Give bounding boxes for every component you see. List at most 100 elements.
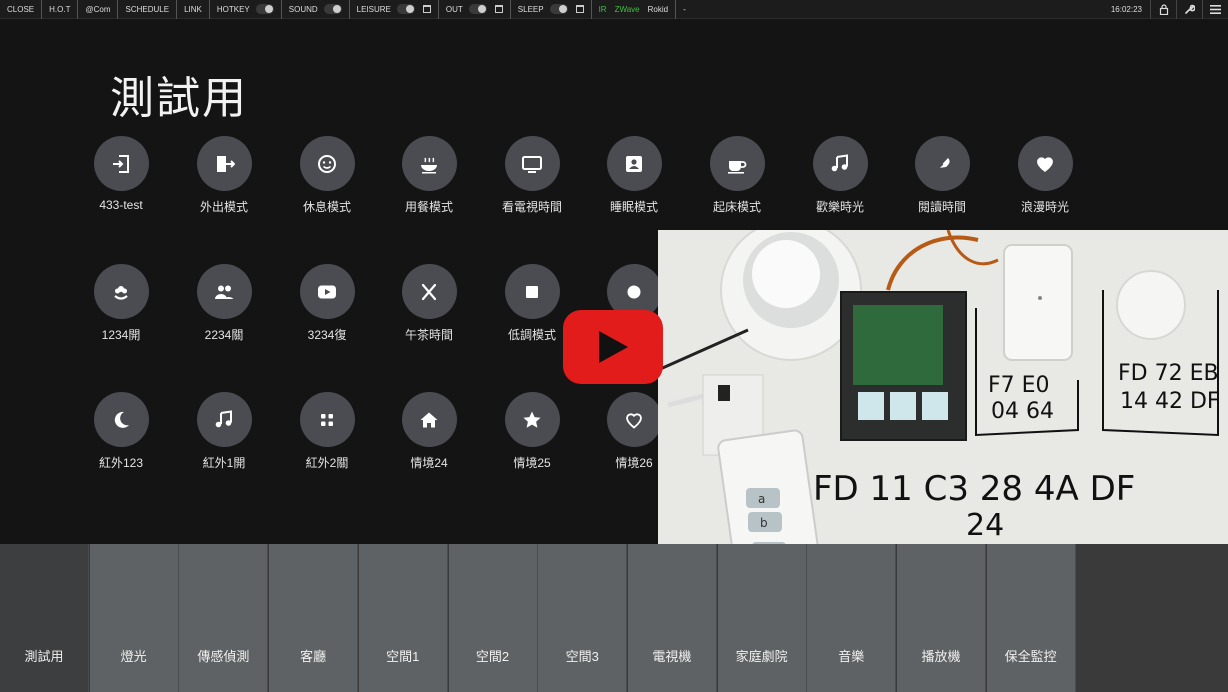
scene-button[interactable]: 浪漫時光	[995, 136, 1095, 215]
top-bar: CLOSE H.O.T @Com SCHEDULE LINK HOTKEY SO…	[0, 0, 1228, 19]
tab-9[interactable]: 家庭劇院	[717, 544, 807, 692]
scene-label: 情境25	[513, 456, 551, 470]
door-exit-icon	[196, 136, 252, 191]
scene-label: 情境24	[410, 456, 448, 470]
heart-outline-icon	[606, 392, 662, 447]
scene-label: 1234開	[101, 328, 141, 342]
leisure-calendar-icon[interactable]	[422, 5, 431, 13]
close-label: CLOSE	[7, 4, 35, 14]
close-button[interactable]: CLOSE	[0, 0, 43, 19]
tab-label: 燈光	[120, 649, 147, 664]
scene-label: 紅外123	[98, 456, 144, 470]
play-button[interactable]	[563, 310, 663, 384]
scene-button[interactable]: 看電視時間	[482, 136, 582, 215]
door-enter-icon	[93, 136, 149, 191]
scene-button[interactable]: 情境24	[379, 392, 479, 471]
scene-label: 睡眠模式	[609, 200, 658, 214]
scene-label: 看電視時間	[501, 200, 562, 214]
rokid-status[interactable]: Rokid	[648, 5, 668, 14]
person-frame-icon	[606, 136, 662, 191]
sound-item: SOUND	[282, 0, 350, 19]
wrench-icon[interactable]	[1176, 0, 1202, 19]
tab-label: 空間2	[475, 649, 510, 664]
scene-button[interactable]: 歡樂時光	[790, 136, 890, 215]
scene-button[interactable]: 休息模式	[277, 136, 377, 215]
scene-button[interactable]: 紅外123	[71, 392, 171, 471]
com-label: @Com	[85, 4, 111, 14]
scene-button[interactable]: 外出模式	[174, 136, 274, 215]
tab-10[interactable]: 音樂	[807, 544, 897, 692]
ir-status[interactable]: IR	[599, 5, 607, 14]
out-item: OUT	[439, 0, 511, 19]
bottom-tab-bar: 測試用 燈光 傳感偵測 客廳 空間1 空間2 空間3 電視機 家庭劇院 音樂 播放機 保全監控	[0, 544, 1228, 692]
utensils-icon	[401, 264, 457, 319]
coffee-cup-icon	[709, 136, 765, 191]
scene-button[interactable]: 閱讀時間	[892, 136, 992, 215]
tab-2[interactable]: 燈光	[89, 544, 179, 692]
tab-label: 保全監控	[1004, 649, 1057, 664]
scene-button[interactable]: 用餐模式	[379, 136, 479, 215]
tab-1[interactable]: 測試用	[0, 544, 89, 692]
page-title: 測試用	[110, 73, 248, 124]
hot-button[interactable]: H.O.T	[42, 0, 79, 19]
tab-3[interactable]: 傳感偵測	[179, 544, 269, 692]
menu-icon[interactable]	[1202, 0, 1228, 19]
scene-label: 紅外1開	[202, 456, 246, 470]
sleep-calendar-icon[interactable]	[575, 5, 584, 13]
tab-label: 播放機	[921, 649, 961, 664]
music-note-icon	[812, 136, 868, 191]
out-calendar-icon[interactable]	[494, 5, 503, 13]
hotkey-item: HOTKEY	[210, 0, 282, 19]
scene-button[interactable]: 午茶時間	[379, 264, 479, 343]
scene-label: 3234復	[307, 328, 347, 342]
scene-label: 閱讀時間	[917, 200, 966, 214]
link-button[interactable]: LINK	[177, 0, 210, 19]
tab-5[interactable]: 空間1	[358, 544, 448, 692]
food-bowl-icon	[401, 136, 457, 191]
scene-button[interactable]: 433-test	[71, 136, 171, 212]
hotkey-toggle[interactable]	[255, 4, 274, 14]
dash-label: -	[683, 4, 686, 14]
scene-label: 433-test	[99, 198, 143, 212]
sleep-label: SLEEP	[517, 4, 544, 14]
schedule-button[interactable]: SCHEDULE	[118, 0, 178, 19]
annotation-f7e0: F7 E0	[988, 373, 1050, 398]
scene-button[interactable]: 紅外2關	[277, 392, 377, 471]
scene-button[interactable]: 紅外1開	[174, 392, 274, 471]
tab-label: 電視機	[652, 649, 692, 664]
stop-square-icon	[504, 264, 560, 319]
lock-icon[interactable]	[1150, 0, 1176, 19]
sound-toggle[interactable]	[323, 4, 342, 14]
heart-icon	[1017, 136, 1073, 191]
tab-6[interactable]: 空間2	[448, 544, 538, 692]
sleep-toggle[interactable]	[549, 4, 568, 14]
annotation-1442df: 14 42 DF	[1120, 389, 1220, 414]
tab-11[interactable]: 播放機	[897, 544, 986, 692]
scene-button[interactable]: 起床模式	[687, 136, 787, 215]
tab-7[interactable]: 空間3	[538, 544, 628, 692]
scene-label: 歡樂時光	[815, 200, 864, 214]
youtube-icon	[299, 264, 355, 319]
star-icon	[504, 392, 560, 447]
tab-4[interactable]: 客廳	[269, 544, 359, 692]
leisure-toggle[interactable]	[396, 4, 415, 14]
out-label: OUT	[445, 4, 463, 14]
home-icon	[401, 392, 457, 447]
scene-label: 休息模式	[302, 200, 351, 214]
music-note-icon	[196, 392, 252, 447]
tab-12[interactable]: 保全監控	[986, 544, 1076, 692]
scene-button[interactable]: 3234復	[277, 264, 377, 343]
scene-button[interactable]: 2234關	[174, 264, 274, 343]
tab-label: 音樂	[838, 649, 865, 664]
zwave-status[interactable]: ZWave	[615, 5, 640, 14]
scene-button[interactable]: 睡眠模式	[584, 136, 684, 215]
tv-icon	[504, 136, 560, 191]
clock: 16:02:23	[1110, 5, 1142, 14]
scene-label: 紅外2關	[305, 456, 349, 470]
scene-button[interactable]: 情境25	[482, 392, 582, 471]
out-toggle[interactable]	[468, 4, 487, 14]
tab-label: 家庭劇院	[735, 649, 788, 664]
tab-8[interactable]: 電視機	[627, 544, 717, 692]
scene-button[interactable]: 1234開	[71, 264, 171, 343]
com-button[interactable]: @Com	[78, 0, 119, 19]
